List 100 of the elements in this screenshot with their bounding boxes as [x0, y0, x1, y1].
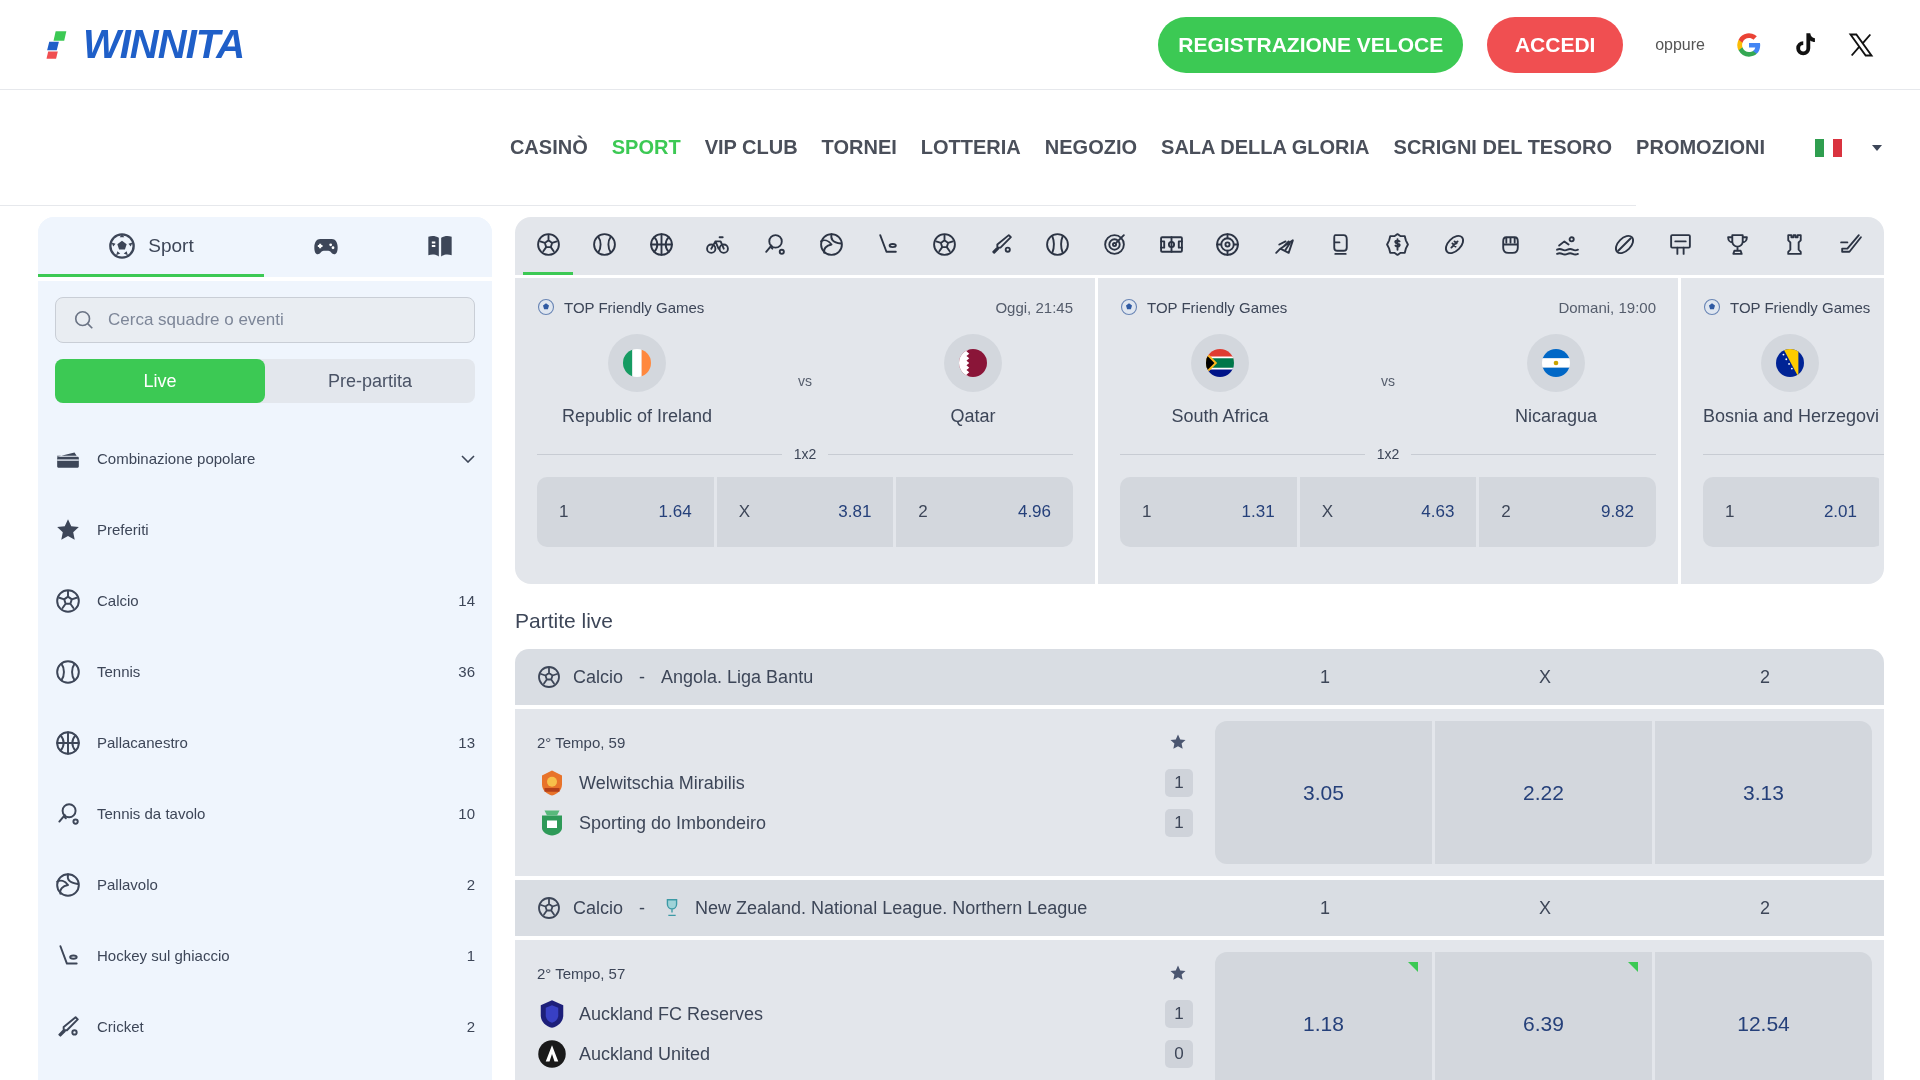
sport-name: Calcio: [573, 666, 624, 688]
soccer-ball-icon: [537, 896, 561, 920]
menu-item[interactable]: Preferiti: [97, 521, 475, 538]
logo-text[interactable]: WINNITA: [83, 22, 245, 67]
market-label: 1x2: [1376, 446, 1400, 462]
column-header: 2: [1759, 897, 1771, 919]
flag-icon[interactable]: [1815, 138, 1842, 157]
vs-label: vs: [798, 372, 812, 389]
flag-icon: [1206, 349, 1234, 377]
nav-link[interactable]: LOTTERIA: [920, 136, 1021, 159]
odds-button[interactable]: 3.13: [1655, 721, 1872, 864]
count-label: 13: [458, 734, 475, 751]
match-period: 2° Tempo, 57: [537, 964, 626, 982]
count-label: 1: [466, 947, 475, 964]
round-crest-icon: [537, 1039, 567, 1069]
search-icon: [73, 309, 95, 331]
score-badge: 1: [1165, 1000, 1193, 1028]
odds-button[interactable]: 2.22: [1435, 721, 1652, 864]
basketball-icon: [648, 232, 674, 257]
star-icon[interactable]: [1169, 964, 1187, 982]
league-name: TOP Friendly Games: [564, 298, 706, 316]
nav-link[interactable]: PROMOZIONI: [1636, 136, 1765, 159]
soccer-ball-icon: [537, 665, 561, 689]
soccer-ball-icon: [108, 231, 137, 260]
volleyball-icon: [818, 232, 844, 257]
soccer-ball-icon: [932, 232, 957, 257]
menu-item[interactable]: Hockey sul ghiaccio: [97, 947, 451, 964]
odds-button[interactable]: 1 2.01: [1703, 477, 1879, 547]
basketball-icon: [55, 729, 81, 756]
wheel-icon: [1215, 232, 1241, 257]
nav-link[interactable]: TORNEI: [821, 136, 897, 159]
menu-item[interactable]: Pallacanestro: [97, 734, 443, 751]
baseball-icon: [1045, 232, 1071, 257]
google-icon[interactable]: [1735, 30, 1763, 59]
nav-link[interactable]: NEGOZIO: [1044, 136, 1138, 159]
odds-button[interactable]: X 3.81: [716, 477, 894, 547]
separator-text: -: [639, 666, 646, 688]
count-label: 36: [458, 663, 475, 680]
menu-item[interactable]: Tennis: [97, 663, 443, 680]
team-name: South Africa: [1171, 406, 1269, 427]
trophy-icon: [1724, 232, 1750, 257]
nav-link[interactable]: CASINÒ: [509, 136, 588, 159]
menu-item[interactable]: Combinazione popolare: [97, 450, 445, 467]
odds-button[interactable]: X 4.63: [1299, 477, 1477, 547]
count-label: 2: [466, 876, 475, 893]
mode-toggle[interactable]: Pre-partita: [265, 359, 475, 403]
team-name: Sporting do Imbondeiro: [579, 812, 768, 834]
odds-button[interactable]: 1.18: [1215, 952, 1432, 1080]
count-label: 2: [466, 1018, 475, 1035]
column-header: 2: [1759, 666, 1771, 688]
league-name: New Zealand. National League. Northern League: [695, 897, 1088, 919]
column-header: 1: [1319, 897, 1331, 919]
paddle-icon: [762, 232, 788, 257]
menu-item[interactable]: Cricket: [97, 1018, 451, 1035]
league-name: Angola. Liga Bantu: [661, 666, 814, 688]
paddle-icon: [55, 800, 81, 827]
team-name: Republic of Ireland: [561, 406, 713, 427]
menu-item[interactable]: Pallavolo: [97, 876, 451, 893]
chevron-icon[interactable]: [461, 454, 475, 463]
odds-button[interactable]: 2 9.82: [1479, 477, 1656, 547]
score-badge: 1: [1165, 769, 1193, 797]
odds-button[interactable]: 1 1.64: [537, 477, 714, 547]
score-badge: 1: [1165, 809, 1193, 837]
search-field[interactable]: Cerca squadre o eventi: [55, 297, 475, 343]
score-badge: 0: [1165, 1040, 1193, 1068]
scoreboard-icon: [1668, 232, 1694, 257]
flag-icon: [1542, 349, 1570, 377]
count-label: 10: [458, 805, 475, 822]
nav-link[interactable]: SALA DELLA GLORIA: [1161, 136, 1370, 159]
tennis-ball-icon: [55, 658, 81, 685]
league-name: TOP Friendly Games: [1147, 298, 1289, 316]
star-icon[interactable]: [1169, 733, 1187, 751]
market-label: 1x2: [793, 446, 817, 462]
vs-label: vs: [1381, 372, 1395, 389]
league-name: TOP Friendly Games: [1730, 298, 1872, 316]
team-name: Qatar: [950, 406, 996, 427]
separator-text: -: [639, 897, 646, 919]
odds-button[interactable]: 3.05: [1215, 721, 1432, 864]
odds-button[interactable]: 2 4.96: [896, 477, 1073, 547]
sidebar-tab[interactable]: Sport: [38, 217, 264, 277]
caret-icon[interactable]: [1872, 144, 1882, 151]
flag-icon: [959, 349, 987, 377]
nav-link[interactable]: VIP CLUB: [704, 136, 798, 159]
sport-name: Calcio: [573, 897, 624, 919]
login-button[interactable]: ACCEDI: [1487, 16, 1624, 73]
tennis-ball-icon: [592, 232, 618, 257]
odds-button[interactable]: 12.54: [1655, 952, 1872, 1080]
menu-item[interactable]: Calcio: [97, 592, 443, 609]
menu-item[interactable]: Tennis da tavolo: [97, 805, 443, 822]
odds-button[interactable]: 6.39: [1435, 952, 1652, 1080]
odds-button[interactable]: 1 1.31: [1120, 477, 1297, 547]
or-text: oppure: [1655, 35, 1705, 54]
column-header: X: [1538, 666, 1552, 688]
match-time: Domani, 19:00: [1558, 298, 1656, 316]
ball-icon: [1703, 298, 1721, 316]
team-name: Nicaragua: [1514, 406, 1597, 427]
soccer-ball-icon: [55, 587, 81, 614]
team-name: Bosnia and Herzegovi: [1703, 406, 1880, 427]
nav-link[interactable]: SCRIGNI DEL TESORO: [1393, 136, 1613, 159]
column-header: 1: [1319, 666, 1331, 688]
